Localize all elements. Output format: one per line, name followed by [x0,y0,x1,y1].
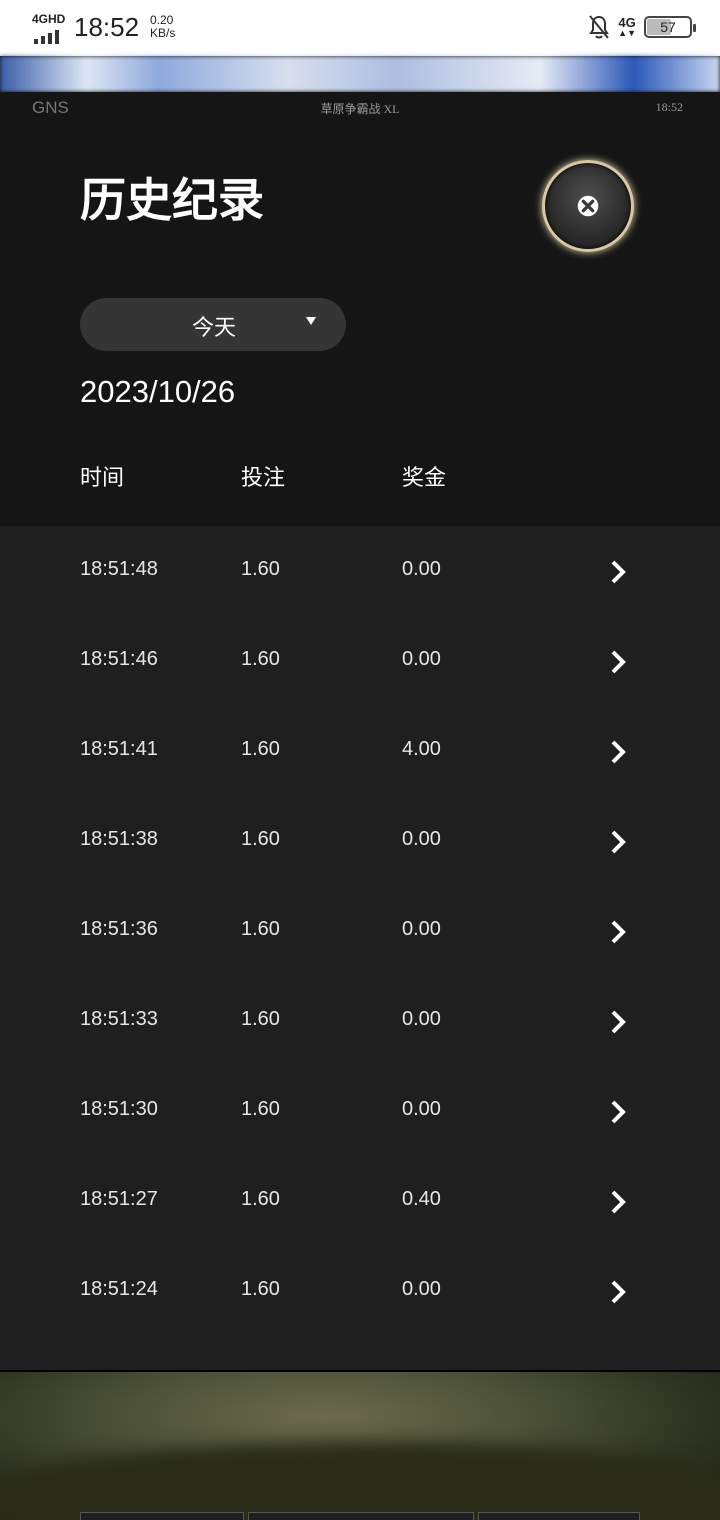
row-time: 18:51:27 [80,1188,158,1210]
battery-icon: 57 [644,16,696,38]
table-row[interactable]: 18:51:46 1.60 0.00 [0,616,720,706]
battery-level: 57 [660,19,676,35]
row-win: 0.00 [402,648,441,670]
chevron-right-icon[interactable] [608,1099,630,1125]
row-win: 0.00 [402,1008,441,1030]
bell-off-icon [589,15,610,39]
date-filter-dropdown[interactable]: 今天 [80,298,346,351]
column-header-time: 时间 [80,466,125,491]
row-bet: 1.60 [241,558,280,580]
row-time: 18:51:46 [80,648,158,670]
row-win: 0.00 [402,918,441,940]
close-icon [577,195,599,217]
table-row[interactable]: 18:51:33 1.60 0.00 [0,976,720,1066]
chevron-right-icon[interactable] [608,649,630,675]
row-bet: 1.60 [241,738,280,760]
selected-date: 2023/10/26 [80,374,236,409]
row-win: 0.00 [402,1098,441,1120]
chevron-right-icon[interactable] [608,1009,630,1035]
status-time: 18:52 [74,12,140,42]
game-clock: 18:52 [655,100,683,114]
table-row[interactable]: 18:51:24 1.60 0.00 [0,1246,720,1336]
bottom-tab-edges [80,1512,640,1520]
table-row[interactable]: 18:51:38 1.60 0.00 [0,796,720,886]
column-header-bet: 投注 [241,466,286,491]
chevron-right-icon[interactable] [608,919,630,945]
row-bet: 1.60 [241,1278,280,1300]
row-bet: 1.60 [241,918,280,940]
row-bet: 1.60 [241,1098,280,1120]
table-row[interactable]: 18:51:30 1.60 0.00 [0,1066,720,1156]
network-type-label: 4GHD [32,12,66,26]
row-win: 4.00 [402,738,441,760]
status-bar: 4GHD 18:52 0.20 KB/s 4G ▲▼ 57 [0,0,720,56]
table-row[interactable]: 18:51:27 1.60 0.40 [0,1156,720,1246]
row-bet: 1.60 [241,648,280,670]
row-win: 0.00 [402,1278,441,1300]
close-button[interactable] [542,160,634,252]
row-time: 18:51:33 [80,1008,158,1030]
chevron-right-icon[interactable] [608,1189,630,1215]
row-win: 0.40 [402,1188,441,1210]
game-background-top [0,56,720,92]
table-row[interactable]: 18:51:36 1.60 0.00 [0,886,720,976]
signal-icon: 4GHD [32,12,66,44]
row-time: 18:51:38 [80,828,158,850]
chevron-right-icon[interactable] [608,559,630,585]
history-table: 18:51:48 1.60 0.00 18:51:46 1.60 0.00 18… [0,526,720,1370]
row-bet: 1.60 [241,828,280,850]
row-time: 18:51:36 [80,918,158,940]
row-time: 18:51:30 [80,1098,158,1120]
row-bet: 1.60 [241,1008,280,1030]
history-panel-header: 历史纪录 今天 2023/10/26 时间 投注 奖金 [0,126,720,526]
table-row[interactable]: 18:51:48 1.60 0.00 [0,526,720,616]
game-title: 草原争霸战 XL [320,102,400,116]
game-background-bottom [0,1372,720,1520]
row-win: 0.00 [402,558,441,580]
column-header-win: 奖金 [402,466,447,491]
chevron-right-icon[interactable] [608,1279,630,1305]
network-speed: 0.20 KB/s [150,14,175,40]
row-time: 18:51:41 [80,738,158,760]
network-speed-unit: KB/s [150,26,176,40]
page-title: 历史纪录 [80,173,264,227]
mobile-data-icon: 4G ▲▼ [618,15,636,38]
table-row[interactable]: 18:51:41 1.60 4.00 [0,706,720,796]
row-time: 18:51:24 [80,1278,158,1300]
game-header: GNS 草原争霸战 XL 18:52 [0,92,720,126]
row-win: 0.00 [402,828,441,850]
row-time: 18:51:48 [80,558,158,580]
chevron-right-icon[interactable] [608,829,630,855]
chevron-down-icon [306,317,316,325]
chevron-right-icon[interactable] [608,739,630,765]
row-bet: 1.60 [241,1188,280,1210]
